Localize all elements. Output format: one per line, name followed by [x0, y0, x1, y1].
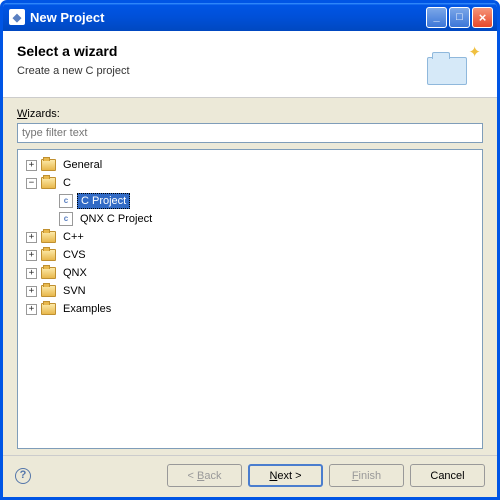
next-button[interactable]: Next >: [248, 464, 323, 487]
header-title: Select a wizard: [17, 43, 421, 59]
button-bar: ? < Back Next > Finish Cancel: [3, 455, 497, 497]
folder-icon: [41, 285, 56, 297]
wizards-label: Wizards:: [17, 108, 483, 120]
window-controls: _ □ ×: [426, 7, 493, 28]
close-button[interactable]: ×: [472, 7, 493, 28]
finish-button: Finish: [329, 464, 404, 487]
wizard-tree[interactable]: +General −C ·cC Project ·cQNX C Project …: [17, 149, 483, 449]
expand-icon[interactable]: +: [26, 250, 37, 261]
tree-node-qnx[interactable]: +QNX: [22, 264, 478, 282]
minimize-button[interactable]: _: [426, 7, 447, 28]
help-icon[interactable]: ?: [15, 468, 31, 484]
folder-icon: [41, 159, 56, 171]
maximize-button[interactable]: □: [449, 7, 470, 28]
folder-icon: [41, 177, 56, 189]
folder-icon: [41, 267, 56, 279]
tree-node-cvs[interactable]: +CVS: [22, 246, 478, 264]
filter-input[interactable]: [17, 123, 483, 143]
wizard-body: Wizards: +General −C ·cC Project ·cQNX C…: [3, 98, 497, 455]
folder-icon: [41, 249, 56, 261]
titlebar[interactable]: ◆ New Project _ □ ×: [3, 3, 497, 31]
expand-icon[interactable]: +: [26, 304, 37, 315]
wizard-item-icon: c: [59, 212, 73, 226]
expand-icon[interactable]: +: [26, 160, 37, 171]
wizard-item-icon: c: [59, 194, 73, 208]
expand-icon[interactable]: +: [26, 232, 37, 243]
wizard-header: Select a wizard Create a new C project ✦: [3, 31, 497, 98]
expand-icon[interactable]: +: [26, 268, 37, 279]
tree-node-svn[interactable]: +SVN: [22, 282, 478, 300]
tree-node-c-project[interactable]: ·cC Project: [22, 192, 478, 210]
header-subtitle: Create a new C project: [17, 65, 421, 77]
tree-node-cpp[interactable]: +C++: [22, 228, 478, 246]
app-icon: ◆: [9, 9, 25, 25]
expand-icon[interactable]: +: [26, 286, 37, 297]
tree-node-examples[interactable]: +Examples: [22, 300, 478, 318]
back-button: < Back: [167, 464, 242, 487]
tree-node-c[interactable]: −C: [22, 174, 478, 192]
window-title: New Project: [30, 10, 426, 25]
tree-node-qnx-c-project[interactable]: ·cQNX C Project: [22, 210, 478, 228]
dialog-window: ◆ New Project _ □ × Select a wizard Crea…: [0, 0, 500, 500]
folder-icon: [41, 303, 56, 315]
wizard-banner-icon: ✦: [421, 43, 483, 89]
cancel-button[interactable]: Cancel: [410, 464, 485, 487]
folder-icon: [41, 231, 56, 243]
tree-node-general[interactable]: +General: [22, 156, 478, 174]
collapse-icon[interactable]: −: [26, 178, 37, 189]
